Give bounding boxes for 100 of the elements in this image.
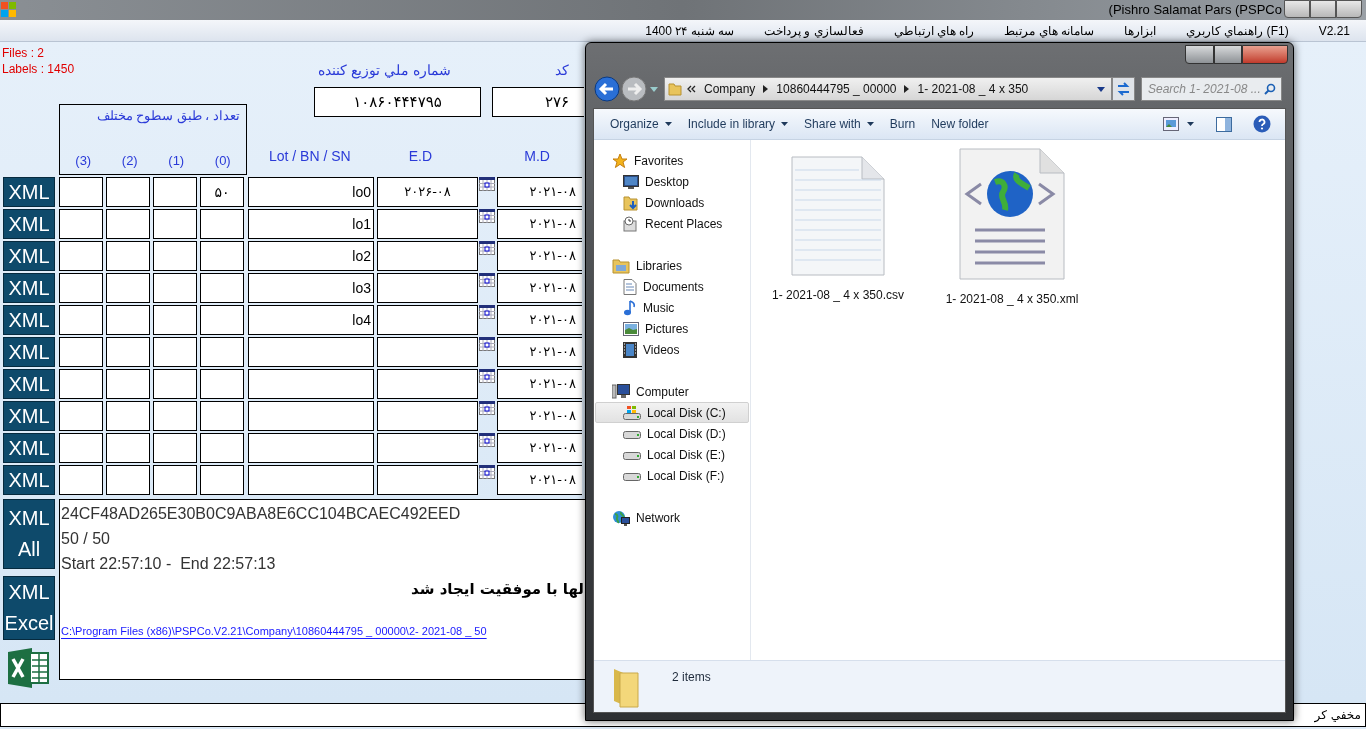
lot-cell[interactable] bbox=[248, 369, 374, 399]
maximize-button[interactable] bbox=[1310, 0, 1336, 18]
manufacture-date-cell[interactable]: ۲۰۲۱-۰۸ bbox=[497, 369, 582, 399]
count-cell[interactable] bbox=[200, 465, 244, 495]
count-cell[interactable] bbox=[106, 401, 150, 431]
preview-pane-icon[interactable] bbox=[1216, 116, 1232, 132]
breadcrumb-item[interactable]: 1- 2021-08 _ 4 x 350 bbox=[917, 80, 1029, 98]
count-cell[interactable] bbox=[106, 177, 150, 207]
manufacture-date-cell[interactable]: ۲۰۲۱-۰۸ bbox=[497, 273, 582, 303]
count-cell[interactable] bbox=[59, 305, 103, 335]
count-cell[interactable] bbox=[106, 369, 150, 399]
excel-icon[interactable] bbox=[8, 648, 50, 688]
dropdown-arrow-icon[interactable] bbox=[1097, 86, 1105, 92]
count-cell[interactable] bbox=[153, 369, 197, 399]
nav-item[interactable]: Music bbox=[595, 297, 749, 318]
close-button[interactable] bbox=[1242, 45, 1288, 64]
nav-item[interactable]: Favorites bbox=[595, 150, 749, 171]
lot-cell[interactable]: lo0 bbox=[248, 177, 374, 207]
calendar-icon[interactable] bbox=[479, 305, 495, 319]
count-cell[interactable] bbox=[200, 337, 244, 367]
xml-export-button[interactable]: XML All bbox=[3, 499, 55, 569]
count-cell[interactable] bbox=[200, 209, 244, 239]
xml-button[interactable]: XML bbox=[3, 433, 55, 463]
xml-button[interactable]: XML bbox=[3, 209, 55, 239]
calendar-icon[interactable] bbox=[479, 401, 495, 415]
nav-item[interactable]: Documents bbox=[595, 276, 749, 297]
lot-cell[interactable] bbox=[248, 337, 374, 367]
count-cell[interactable] bbox=[153, 305, 197, 335]
count-cell[interactable] bbox=[59, 337, 103, 367]
count-cell[interactable] bbox=[200, 433, 244, 463]
xml-button[interactable]: XML bbox=[3, 465, 55, 495]
xml-button[interactable]: XML bbox=[3, 401, 55, 431]
menu-item[interactable]: V2.21 bbox=[1318, 21, 1350, 40]
forward-button[interactable] bbox=[621, 76, 647, 102]
close-button[interactable] bbox=[1336, 0, 1362, 18]
menu-item[interactable]: (F1) راهنماي كاربري bbox=[1185, 21, 1289, 40]
nav-item[interactable]: Recent Places bbox=[595, 213, 749, 234]
xml-export-button[interactable]: XML Excel bbox=[3, 576, 55, 640]
menu-item[interactable]: فعالسازي و پرداخت bbox=[763, 21, 864, 40]
toolbar-button[interactable]: Organize bbox=[602, 112, 680, 136]
nav-item[interactable]: Videos bbox=[595, 339, 749, 360]
lot-cell[interactable] bbox=[248, 433, 374, 463]
expiry-date-cell[interactable] bbox=[377, 273, 478, 303]
dropdown-arrow-icon[interactable] bbox=[1187, 122, 1194, 126]
count-cell[interactable] bbox=[153, 241, 197, 271]
count-cell[interactable]: ۵۰ bbox=[200, 177, 244, 207]
distributor-id-field[interactable]: ۱۰۸۶۰۴۴۴۷۹۵ bbox=[314, 87, 481, 117]
lot-cell[interactable]: lo3 bbox=[248, 273, 374, 303]
count-cell[interactable] bbox=[200, 273, 244, 303]
count-cell[interactable] bbox=[59, 241, 103, 271]
toolbar-button[interactable]: Include in library bbox=[679, 112, 797, 136]
manufacture-date-cell[interactable]: ۲۰۲۱-۰۸ bbox=[497, 241, 582, 271]
nav-item[interactable]: Pictures bbox=[595, 318, 749, 339]
nav-item[interactable]: Local Disk (E:) bbox=[595, 444, 749, 465]
xml-button[interactable]: XML bbox=[3, 369, 55, 399]
toolbar-button[interactable]: New folder bbox=[923, 112, 997, 136]
expiry-date-cell[interactable] bbox=[377, 401, 478, 431]
count-cell[interactable] bbox=[106, 465, 150, 495]
nav-item[interactable]: Computer bbox=[595, 381, 749, 402]
code-field[interactable]: ۲۷۶ bbox=[492, 87, 584, 117]
xml-button[interactable]: XML bbox=[3, 337, 55, 367]
nav-item[interactable]: Libraries bbox=[595, 255, 749, 276]
count-cell[interactable] bbox=[106, 337, 150, 367]
calendar-icon[interactable] bbox=[479, 337, 495, 351]
toolbar-button[interactable]: Burn bbox=[881, 112, 924, 136]
expiry-date-cell[interactable] bbox=[377, 337, 478, 367]
nav-item[interactable]: Local Disk (C:) bbox=[595, 402, 749, 423]
breadcrumb-item[interactable]: Company bbox=[704, 80, 756, 98]
count-cell[interactable] bbox=[106, 305, 150, 335]
minimize-button[interactable] bbox=[1284, 0, 1310, 18]
manufacture-date-cell[interactable]: ۲۰۲۱-۰۸ bbox=[497, 465, 582, 495]
file-name[interactable]: 1- 2021-08 _ 4 x 350.csv bbox=[771, 286, 905, 304]
help-icon[interactable] bbox=[1253, 115, 1271, 133]
breadcrumb-item[interactable]: 10860444795 _ 00000 bbox=[776, 80, 897, 98]
calendar-icon[interactable] bbox=[479, 465, 495, 479]
calendar-icon[interactable] bbox=[479, 241, 495, 255]
expiry-date-cell[interactable] bbox=[377, 209, 478, 239]
menu-item[interactable]: سه شنبه ۲۴ 1400 bbox=[645, 21, 734, 40]
lot-cell[interactable]: lo1 bbox=[248, 209, 374, 239]
search-icon[interactable] bbox=[1264, 83, 1276, 95]
count-cell[interactable] bbox=[106, 209, 150, 239]
maximize-button[interactable] bbox=[1214, 45, 1242, 64]
count-cell[interactable] bbox=[153, 209, 197, 239]
breadcrumb-arrow-icon[interactable] bbox=[763, 85, 769, 93]
expiry-date-cell[interactable] bbox=[377, 305, 478, 335]
address-bar[interactable]: Company 10860444795 _ 00000 1- 2021-08 _ 4 x 350 bbox=[664, 77, 1112, 101]
menu-item[interactable]: راه هاي ارتباطي bbox=[893, 21, 975, 40]
refresh-icon[interactable] bbox=[1112, 77, 1135, 101]
count-cell[interactable] bbox=[59, 209, 103, 239]
manufacture-date-cell[interactable]: ۲۰۲۱-۰۸ bbox=[497, 433, 582, 463]
count-cell[interactable] bbox=[59, 433, 103, 463]
count-cell[interactable] bbox=[59, 369, 103, 399]
expiry-date-cell[interactable] bbox=[377, 369, 478, 399]
count-cell[interactable] bbox=[59, 465, 103, 495]
count-cell[interactable] bbox=[106, 241, 150, 271]
lot-cell[interactable] bbox=[248, 401, 374, 431]
count-cell[interactable] bbox=[59, 273, 103, 303]
nav-item[interactable]: Local Disk (F:) bbox=[595, 465, 749, 486]
calendar-icon[interactable] bbox=[479, 273, 495, 287]
minimize-button[interactable] bbox=[1185, 45, 1214, 64]
